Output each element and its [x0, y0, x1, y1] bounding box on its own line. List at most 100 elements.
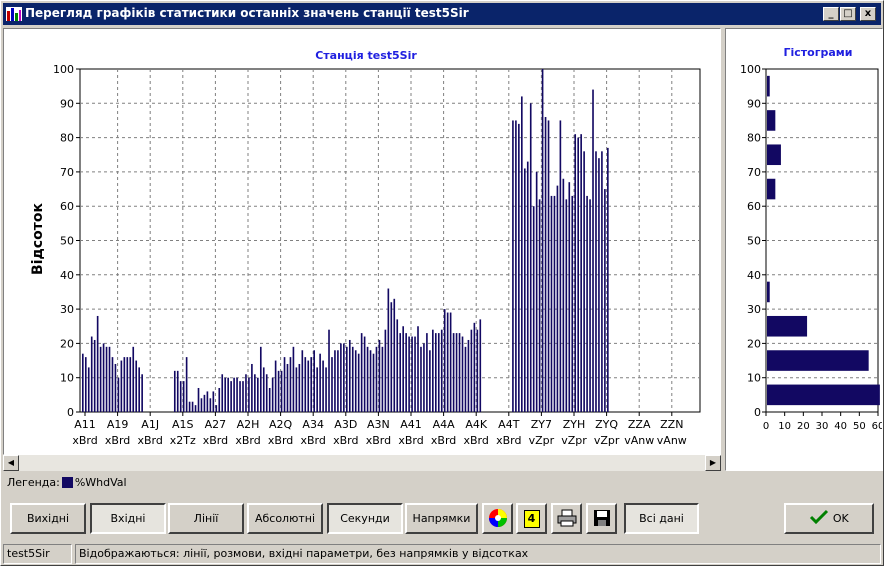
- data-bar: [126, 357, 129, 412]
- data-bar: [408, 336, 410, 412]
- save-button[interactable]: [586, 503, 617, 534]
- data-bar: [316, 367, 318, 412]
- data-bar: [331, 357, 333, 412]
- data-bar: [93, 339, 96, 412]
- x-tick-label: ZZN: [660, 418, 683, 431]
- x-tick-label: xBrd: [431, 434, 456, 447]
- histogram-title: Гістограми: [784, 46, 853, 59]
- color-palette-button[interactable]: [482, 503, 513, 534]
- data-bar: [221, 374, 224, 412]
- data-bar: [197, 387, 200, 412]
- data-bar: [245, 374, 247, 412]
- outgoing-button[interactable]: Вихідні: [10, 503, 86, 534]
- data-bar: [399, 333, 402, 412]
- data-bar: [354, 350, 357, 412]
- data-bar: [191, 401, 194, 412]
- data-bar: [274, 360, 277, 412]
- data-bar: [179, 381, 182, 412]
- data-bar: [322, 360, 324, 412]
- data-bar: [337, 350, 339, 412]
- data-bar: [105, 346, 108, 412]
- data-bar: [259, 346, 262, 412]
- data-bar: [313, 350, 315, 412]
- data-bar: [185, 357, 188, 412]
- data-bar: [99, 346, 102, 412]
- data-bar: [550, 195, 553, 412]
- data-bar: [236, 377, 238, 412]
- count-button[interactable]: 4: [516, 503, 547, 534]
- main-chart-title: Станція test5Sir: [315, 49, 417, 62]
- data-bar: [414, 336, 416, 412]
- ok-button[interactable]: OK: [784, 503, 874, 534]
- data-bar: [473, 322, 476, 412]
- seconds-button[interactable]: Секунди: [327, 503, 403, 534]
- scroll-left-icon[interactable]: ◀: [3, 455, 19, 471]
- data-bar: [458, 333, 461, 412]
- data-bar: [135, 360, 138, 412]
- data-bar: [277, 370, 280, 412]
- window-title: Перегляд графіків статистики останніх зн…: [25, 6, 469, 20]
- close-button[interactable]: x: [860, 7, 876, 21]
- x-tick-label: ZZA: [628, 418, 651, 431]
- data-bar: [592, 89, 594, 412]
- absolute-button[interactable]: Абсолютні: [247, 503, 323, 534]
- x-tick-label: xBrd: [105, 434, 130, 447]
- data-bar: [271, 377, 274, 412]
- y-tick-label: 100: [53, 63, 74, 76]
- data-bar: [429, 350, 431, 412]
- x-tick-label: xBrd: [333, 434, 358, 447]
- data-bar: [188, 401, 191, 412]
- incoming-button[interactable]: Вхідні: [90, 503, 166, 534]
- data-bar: [173, 370, 176, 412]
- x-tick-label: xBrd: [496, 434, 521, 447]
- x-tick-label: x2Tz: [170, 434, 196, 447]
- x-tick-label: ZYQ: [595, 418, 618, 431]
- data-bar: [553, 195, 556, 412]
- title-bar[interactable]: Перегляд графіків статистики останніх зн…: [3, 3, 881, 25]
- main-chart-panel: Станція test5Sir Відсоток 0 10 20 30 40 50 60 7…: [3, 28, 721, 455]
- data-bar: [366, 346, 369, 412]
- data-bar: [248, 377, 250, 412]
- data-bar: [521, 96, 523, 412]
- lines-button[interactable]: Лінії: [168, 503, 244, 534]
- horizontal-scrollbar[interactable]: ◀ ▶: [3, 455, 721, 471]
- data-bar: [114, 363, 117, 412]
- histogram-chart: Гістограми 0 10 20 30 40 50 60 70 80 90 100 0 10 20 3…: [740, 46, 882, 432]
- data-bar: [387, 288, 390, 412]
- data-bar: [265, 374, 268, 412]
- hist-y-tick-label: 50: [747, 235, 761, 248]
- color-wheel-icon: [488, 509, 507, 527]
- data-bar: [535, 171, 538, 412]
- data-bar: [378, 339, 381, 412]
- data-bar: [82, 353, 84, 412]
- data-bar: [346, 346, 348, 412]
- print-button[interactable]: [551, 503, 582, 534]
- data-bar: [583, 151, 585, 412]
- data-bar: [568, 182, 571, 412]
- data-bar: [443, 309, 446, 412]
- directions-button[interactable]: Напрямки: [405, 503, 478, 534]
- data-bar: [203, 394, 206, 412]
- data-bar: [601, 151, 603, 412]
- ok-label: OK: [832, 512, 849, 525]
- data-bar: [562, 178, 565, 412]
- main-bar-chart: Станція test5Sir Відсоток 0 10 20 30 40 50 60 7…: [30, 49, 701, 447]
- hist-x-tick-label: 60: [872, 421, 882, 432]
- data-bar: [523, 168, 526, 412]
- data-bar: [538, 199, 541, 412]
- data-bar: [120, 360, 123, 412]
- hist-y-tick-label: 90: [747, 97, 761, 110]
- data-bar: [529, 103, 532, 413]
- data-bar: [577, 137, 579, 412]
- data-bar: [604, 189, 606, 412]
- data-bar: [84, 357, 87, 412]
- hist-x-tick-label: 30: [816, 421, 829, 432]
- maximize-button[interactable]: □: [840, 7, 856, 21]
- minimize-button[interactable]: _: [823, 7, 839, 21]
- x-tick-label: vZpr: [561, 434, 587, 447]
- x-tick-label: A34: [302, 418, 324, 431]
- all-data-button[interactable]: Всі дані: [624, 503, 699, 534]
- data-bar: [455, 333, 458, 412]
- scroll-right-icon[interactable]: ▶: [705, 455, 721, 471]
- data-bar: [571, 195, 574, 412]
